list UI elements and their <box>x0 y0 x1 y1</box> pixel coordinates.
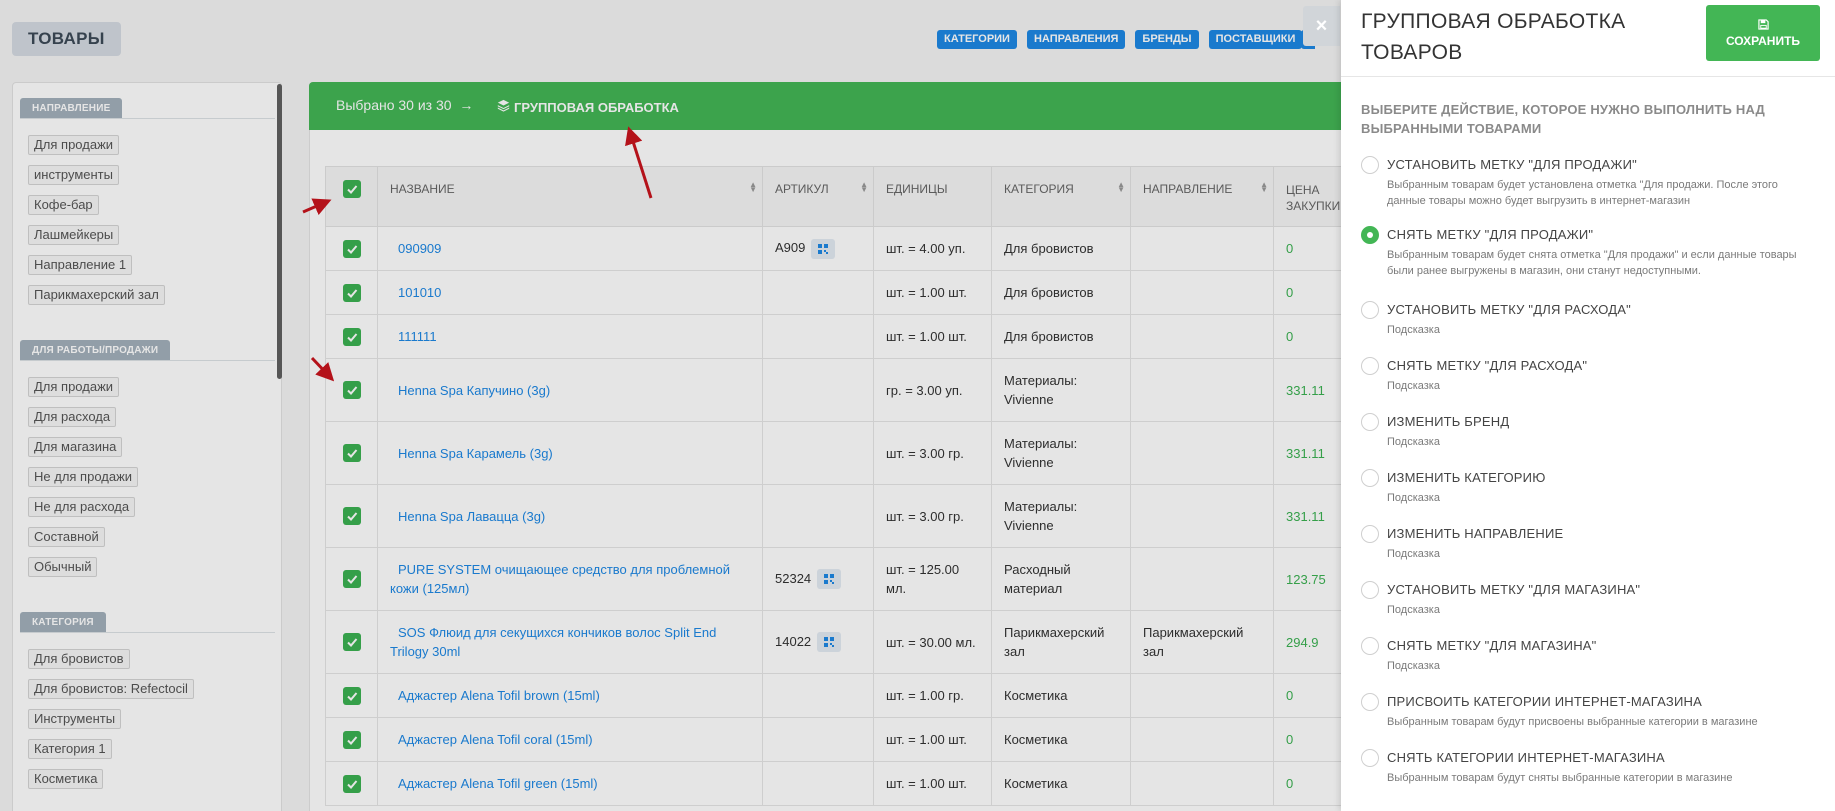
action-radio[interactable] <box>1361 749 1379 767</box>
action-radio[interactable] <box>1361 156 1379 174</box>
action-option-label[interactable]: ИЗМЕНИТЬ КАТЕГОРИЮ <box>1387 470 1546 485</box>
action-option-label[interactable]: УСТАНОВИТЬ МЕТКУ "ДЛЯ РАСХОДА" <box>1387 302 1631 317</box>
save-button[interactable]: СОХРАНИТЬ <box>1706 5 1820 61</box>
action-option-label[interactable]: УСТАНОВИТЬ МЕТКУ "ДЛЯ МАГАЗИНА" <box>1387 582 1640 597</box>
group-processing-panel: ГРУППОВАЯ ОБРАБОТКА ТОВАРОВ СОХРАНИТЬ ВЫ… <box>1341 0 1835 811</box>
action-option-label[interactable]: СНЯТЬ МЕТКУ "ДЛЯ ПРОДАЖИ" <box>1387 227 1593 242</box>
action-radio[interactable] <box>1361 413 1379 431</box>
action-radio[interactable] <box>1361 301 1379 319</box>
action-option-hint: Подсказка <box>1387 660 1440 672</box>
action-option-hint: Выбранным товарам будет установлена отме… <box>1387 179 1778 207</box>
action-radio[interactable] <box>1361 226 1379 244</box>
action-option-hint: Подсказка <box>1387 604 1440 616</box>
action-option-hint: Подсказка <box>1387 324 1440 336</box>
action-option-label[interactable]: ИЗМЕНИТЬ НАПРАВЛЕНИЕ <box>1387 526 1563 541</box>
action-option-label[interactable]: СНЯТЬ МЕТКУ "ДЛЯ МАГАЗИНА" <box>1387 638 1597 653</box>
action-option-label[interactable]: ПРИСВОИТЬ КАТЕГОРИИ ИНТЕРНЕТ-МАГАЗИНА <box>1387 694 1702 709</box>
action-option-hint: Подсказка <box>1387 380 1440 392</box>
action-option-label[interactable]: УСТАНОВИТЬ МЕТКУ "ДЛЯ ПРОДАЖИ" <box>1387 157 1637 172</box>
panel-header: ГРУППОВАЯ ОБРАБОТКА ТОВАРОВ СОХРАНИТЬ <box>1341 0 1835 77</box>
panel-title: ГРУППОВАЯ ОБРАБОТКА ТОВАРОВ <box>1361 10 1626 64</box>
close-panel-button[interactable]: × <box>1303 6 1340 46</box>
action-option-hint: Выбранным товарам будут присвоены выбран… <box>1387 716 1758 728</box>
action-option-label[interactable]: СНЯТЬ КАТЕГОРИИ ИНТЕРНЕТ-МАГАЗИНА <box>1387 750 1665 765</box>
save-label: СОХРАНИТЬ <box>1725 33 1801 48</box>
action-option-hint: Выбранным товарам будет снята отметка "Д… <box>1387 249 1797 277</box>
action-radio[interactable] <box>1361 581 1379 599</box>
action-option-hint: Выбранным товарам будут сняты выбранные … <box>1387 772 1733 784</box>
panel-prompt: ВЫБЕРИТЕ ДЕЙСТВИЕ, КОТОРОЕ НУЖНО ВЫПОЛНИ… <box>1361 102 1765 136</box>
action-option-label[interactable]: СНЯТЬ МЕТКУ "ДЛЯ РАСХОДА" <box>1387 358 1587 373</box>
action-radio[interactable] <box>1361 693 1379 711</box>
action-radio[interactable] <box>1361 525 1379 543</box>
action-option-label[interactable]: ИЗМЕНИТЬ БРЕНД <box>1387 414 1509 429</box>
action-radio[interactable] <box>1361 469 1379 487</box>
action-radio[interactable] <box>1361 637 1379 655</box>
floppy-disk-icon <box>1757 18 1769 30</box>
action-option-hint: Подсказка <box>1387 548 1440 560</box>
action-option-hint: Подсказка <box>1387 436 1440 448</box>
action-option-hint: Подсказка <box>1387 492 1440 504</box>
action-radio[interactable] <box>1361 357 1379 375</box>
